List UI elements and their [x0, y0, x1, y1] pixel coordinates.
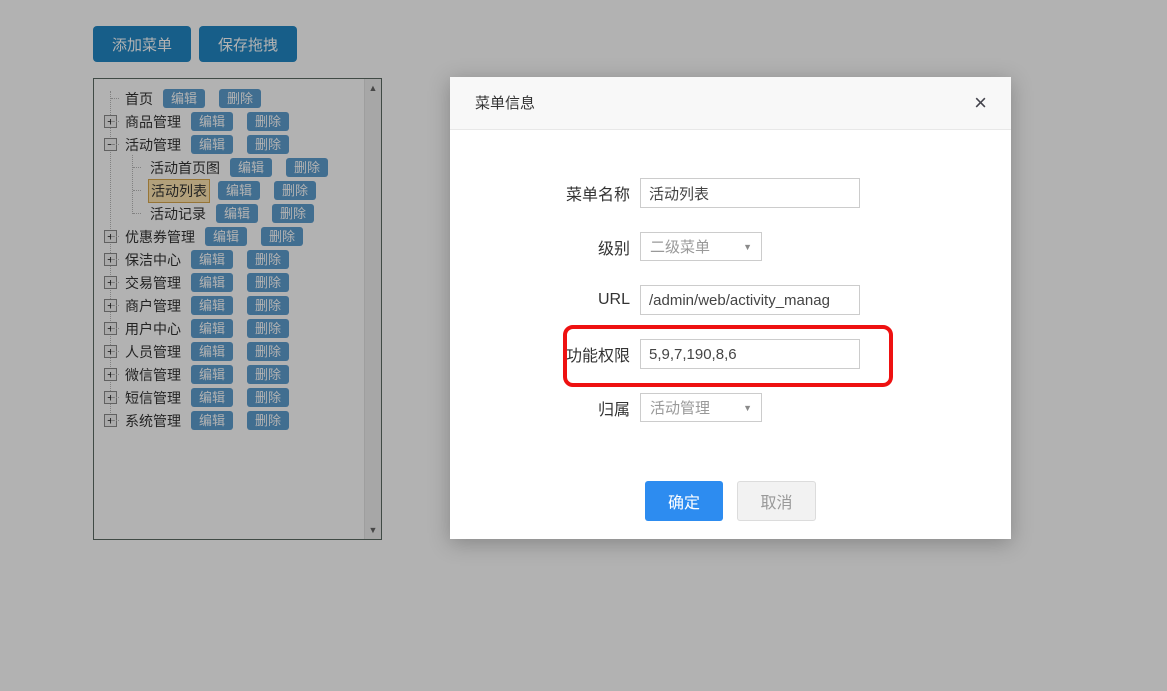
- modal-actions: 确定 取消: [645, 481, 816, 521]
- menu-name-label: 菜单名称: [450, 181, 640, 205]
- chevron-down-icon: ▼: [743, 242, 752, 252]
- chevron-down-icon: ▼: [743, 403, 752, 413]
- menu-info-modal: 菜单信息 × 菜单名称 级别 二级菜单 ▼ URL 功能权限 归属 活动管理 ▼…: [450, 77, 1011, 539]
- parent-select[interactable]: 活动管理 ▼: [640, 393, 762, 422]
- level-select-value: 二级菜单: [650, 236, 710, 257]
- parent-label: 归属: [450, 396, 640, 420]
- close-icon[interactable]: ×: [974, 91, 987, 115]
- parent-select-value: 活动管理: [650, 397, 710, 418]
- modal-title: 菜单信息: [475, 77, 535, 130]
- confirm-button[interactable]: 确定: [645, 481, 723, 521]
- url-input[interactable]: [640, 285, 860, 315]
- menu-name-input[interactable]: [640, 178, 860, 208]
- permissions-label: 功能权限: [450, 342, 640, 366]
- permissions-input[interactable]: [640, 339, 860, 369]
- level-select[interactable]: 二级菜单 ▼: [640, 232, 762, 261]
- url-label: URL: [450, 291, 640, 309]
- modal-header: 菜单信息 ×: [450, 77, 1011, 130]
- level-label: 级别: [450, 235, 640, 259]
- cancel-button[interactable]: 取消: [737, 481, 816, 521]
